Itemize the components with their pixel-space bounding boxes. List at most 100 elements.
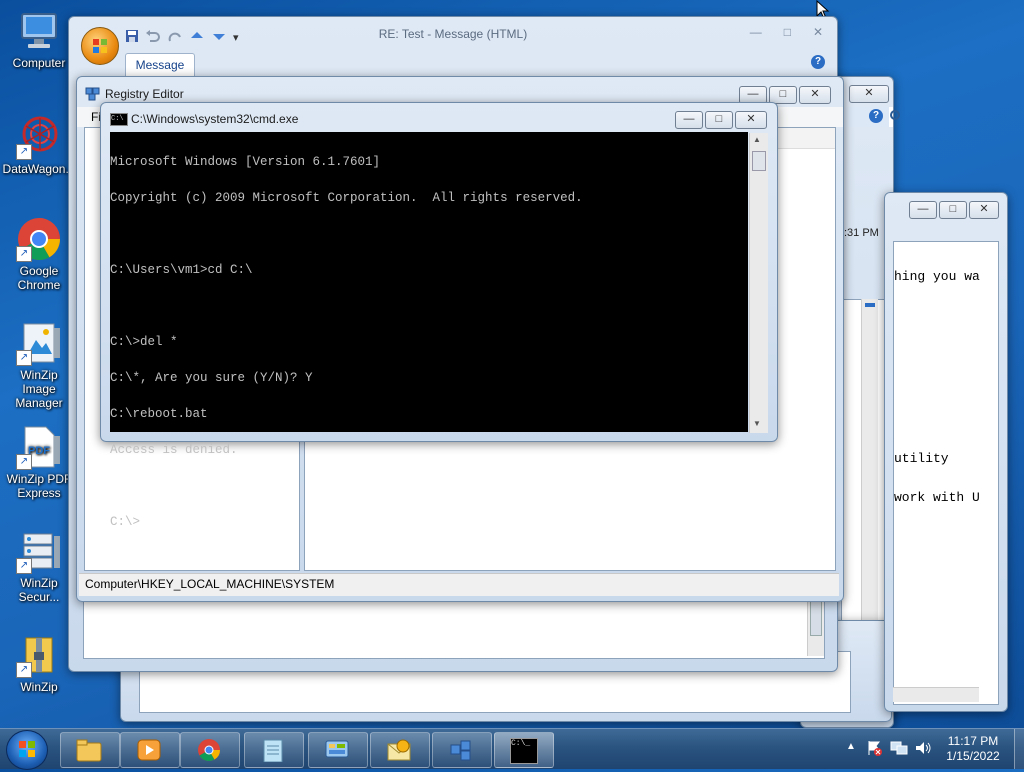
scroll-down-arrow[interactable]: ▼: [753, 419, 761, 428]
desktop-icon-label: Computer: [12, 56, 66, 70]
console-line: Copyright (c) 2009 Microsoft Corporation…: [110, 191, 583, 205]
minimize-button[interactable]: —: [750, 25, 762, 39]
window-title: C:\Windows\system32\cmd.exe: [131, 112, 299, 126]
console-line: C:\>del *: [110, 335, 178, 349]
maximize-button[interactable]: □: [705, 111, 733, 129]
desktop-icon-datawagon[interactable]: ↗ DataWagon...: [2, 114, 76, 176]
taskbar-notepad[interactable]: [244, 732, 304, 768]
winzip-image-manager-icon: ↗: [16, 320, 62, 366]
pdf-icon: PDF ↗: [16, 424, 62, 470]
desktop-icon-computer[interactable]: Computer: [2, 8, 76, 70]
minimize-button[interactable]: —: [909, 201, 937, 219]
console-line: C:\*, Are you sure (Y/N)? Y: [110, 371, 313, 385]
vertical-scrollbar[interactable]: [807, 598, 824, 656]
taskbar-control-panel[interactable]: [308, 732, 368, 768]
folder-icon: [76, 739, 102, 762]
taskbar-explorer[interactable]: [60, 732, 120, 768]
maximize-button[interactable]: □: [784, 25, 791, 39]
tab-message[interactable]: Message: [125, 53, 195, 76]
console-line: Microsoft Windows [Version 6.1.7601]: [110, 155, 381, 169]
desktop-icon-winzip-secure[interactable]: ↗ WinZip Secur...: [2, 528, 76, 604]
winzip-secure-icon: ↗: [16, 528, 62, 574]
console-line: C:\reboot.bat: [110, 407, 208, 421]
vertical-scrollbar[interactable]: ▲ ▼: [749, 133, 768, 433]
horizontal-scrollbar[interactable]: [893, 687, 979, 702]
desktop-icon-label: DataWagon...: [2, 162, 76, 176]
shortcut-arrow-icon: ↗: [16, 144, 32, 160]
outlook-icon: [387, 739, 411, 761]
notepad-icon: [263, 739, 283, 762]
close-button[interactable]: ✕: [799, 86, 831, 104]
winzip-icon: ↗: [16, 632, 62, 678]
media-player-icon: [137, 739, 161, 761]
desktop-icon-label: Google Chrome: [17, 264, 61, 292]
clock-time: 11:17 PM: [947, 734, 999, 748]
text-line: work with U: [894, 490, 980, 505]
taskbar-media-player[interactable]: [120, 732, 180, 768]
desktop-icon-label: WinZip Image Manager: [15, 368, 63, 410]
maximize-button[interactable]: □: [939, 201, 967, 219]
action-center-icon[interactable]: [866, 740, 882, 756]
taskbar: C:\_ ▲ 11:17 PM 1/15/2022: [0, 728, 1024, 770]
datawagon-icon: ↗: [16, 114, 62, 160]
taskbar-registry-editor[interactable]: [432, 732, 492, 768]
system-clock[interactable]: 11:17 PM 1/15/2022: [936, 734, 1010, 764]
desktop-icon-label: WinZip Secur...: [18, 576, 60, 604]
status-bar: Computer\HKEY_LOCAL_MACHINE\SYSTEM: [79, 573, 839, 596]
status-path: Computer\HKEY_LOCAL_MACHINE\SYSTEM: [85, 577, 335, 591]
search-icon[interactable]: [889, 109, 903, 126]
minimize-button[interactable]: —: [675, 111, 703, 129]
shortcut-arrow-icon: ↗: [16, 558, 32, 574]
taskbar-cmd[interactable]: C:\_: [494, 732, 554, 768]
console-line: C:\>: [110, 515, 141, 529]
registry-editor-icon: [85, 85, 101, 104]
close-button[interactable]: ✕: [735, 111, 767, 129]
chrome-icon: ↗: [16, 216, 62, 262]
console-line: Access is denied.: [110, 443, 238, 457]
taskbar-outlook[interactable]: [370, 732, 430, 768]
text-line: utility: [894, 451, 949, 466]
shortcut-arrow-icon: ↗: [16, 662, 32, 678]
shortcut-arrow-icon: ↗: [16, 454, 32, 470]
clock-date: 1/15/2022: [946, 749, 1000, 763]
scroll-thumb[interactable]: [752, 151, 766, 171]
close-button[interactable]: ✕: [969, 201, 999, 219]
window-title: Registry Editor: [105, 87, 184, 101]
volume-icon[interactable]: [914, 740, 932, 756]
console-line: C:\Users\vm1>cd C:\: [110, 263, 253, 277]
registry-editor-icon: [450, 740, 471, 761]
text-line: hing you wa: [894, 269, 980, 284]
taskbar-chrome[interactable]: [180, 732, 240, 768]
message-body[interactable]: [83, 597, 825, 659]
help-icon[interactable]: ?: [869, 109, 883, 123]
control-panel-icon: [325, 740, 349, 758]
cmd-icon: C:\_: [510, 738, 538, 764]
desktop-icon-google-chrome[interactable]: ↗ Google Chrome: [2, 216, 76, 292]
close-button[interactable]: ✕: [813, 25, 823, 39]
desktop-icon-winzip[interactable]: ↗ WinZip: [2, 632, 76, 694]
show-hidden-icons-button[interactable]: ▲: [846, 741, 856, 752]
help-icon[interactable]: ?: [811, 55, 825, 69]
notepad-text-area[interactable]: hing you wa utility work with U: [893, 241, 999, 705]
chrome-icon: [198, 739, 220, 761]
desktop-icon-winzip-image-manager[interactable]: ↗ WinZip Image Manager: [2, 320, 76, 410]
shortcut-arrow-icon: ↗: [16, 246, 32, 262]
cmd-icon: C:\: [110, 113, 128, 126]
window-title: RE: Test - Message (HTML): [378, 27, 528, 41]
network-icon[interactable]: [890, 740, 908, 756]
start-button[interactable]: [6, 730, 48, 770]
close-button[interactable]: ✕: [849, 85, 889, 103]
notepad-window[interactable]: — □ ✕ hing you wa utility work with U: [884, 192, 1008, 712]
shortcut-arrow-icon: ↗: [16, 350, 32, 366]
desktop-icon-winzip-pdf-express[interactable]: PDF ↗ WinZip PDF Express: [2, 424, 76, 500]
windows-logo-icon: [19, 741, 35, 757]
console-output[interactable]: Microsoft Windows [Version 6.1.7601] Cop…: [110, 132, 748, 528]
computer-icon: [16, 8, 62, 54]
desktop-icon-label: WinZip: [20, 680, 58, 694]
scroll-up-arrow[interactable]: ▲: [753, 135, 761, 144]
desktop-icon-label: WinZip PDF Express: [6, 472, 72, 500]
show-desktop-button[interactable]: [1014, 729, 1024, 769]
